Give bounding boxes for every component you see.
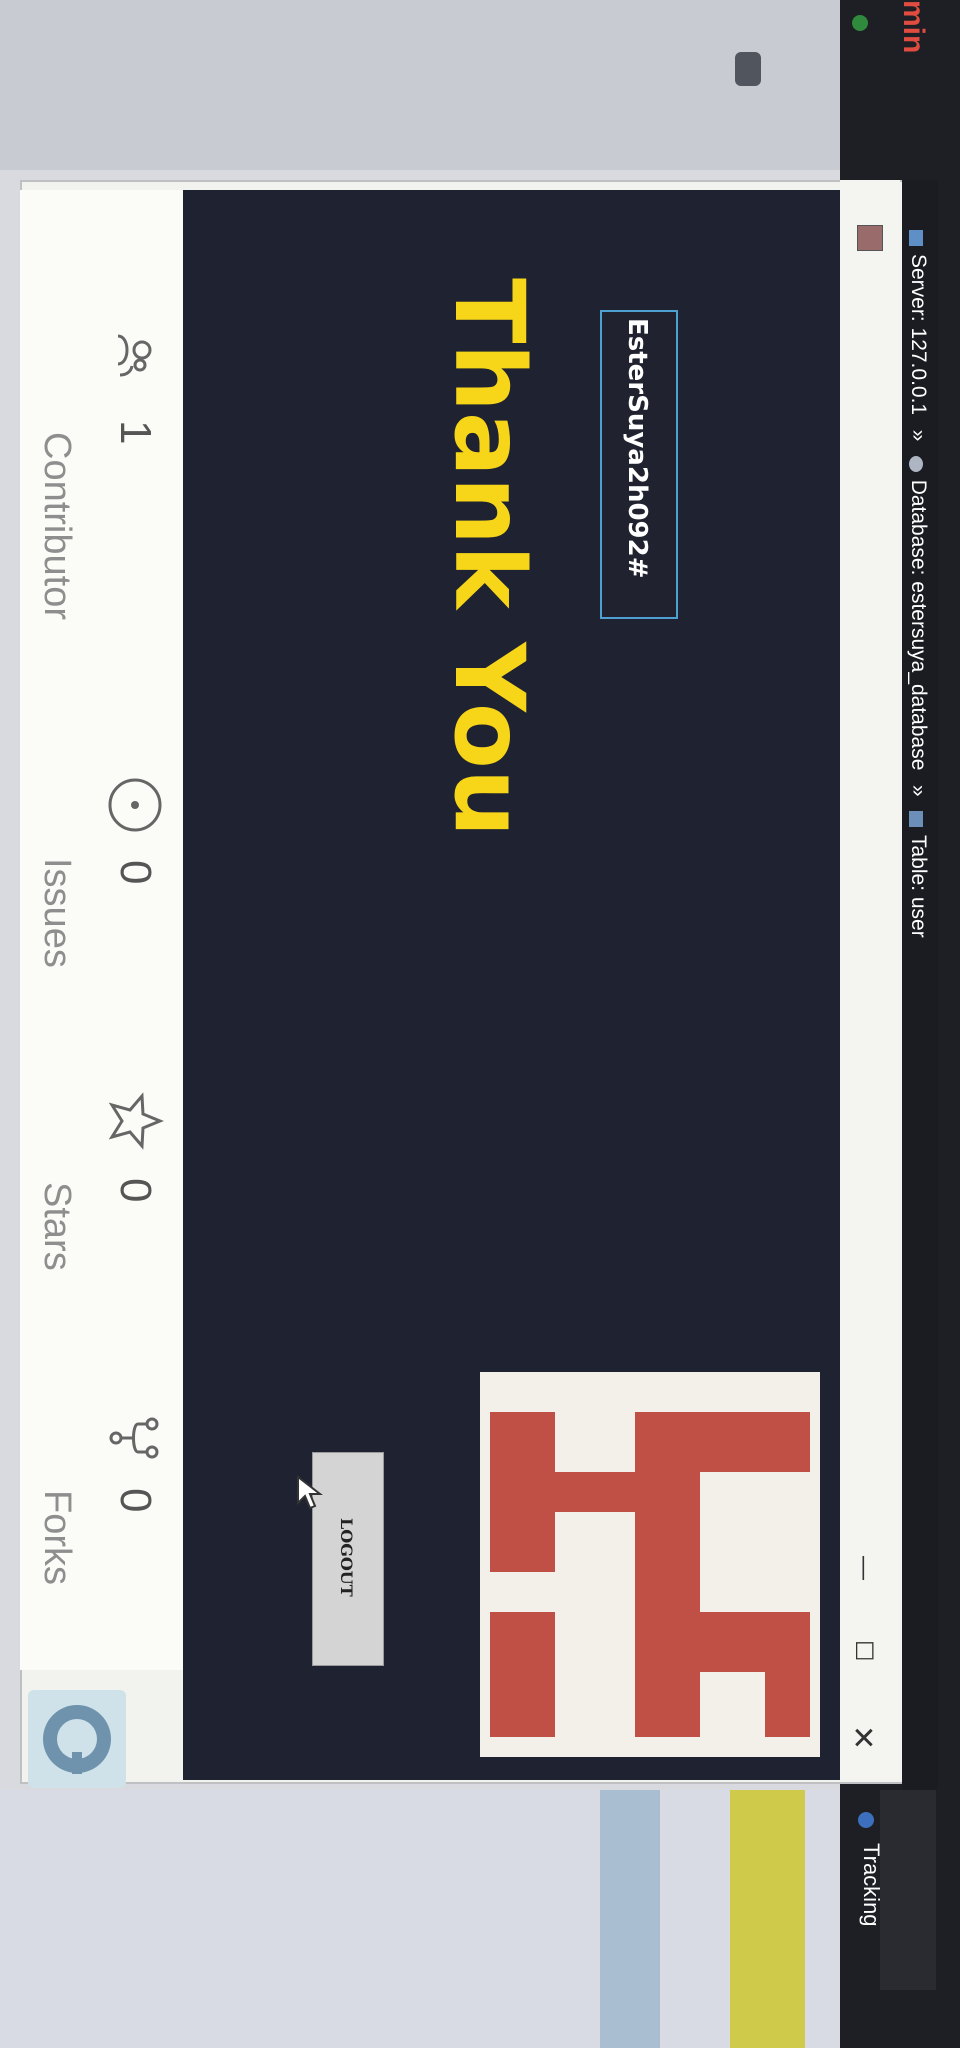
star-icon <box>108 1092 164 1150</box>
server-icon <box>909 230 924 246</box>
avatar <box>480 1372 820 1757</box>
issue-icon <box>108 778 162 832</box>
window-app-icon <box>857 225 883 251</box>
tracking-icon <box>858 1812 874 1828</box>
username-text: EsterSuya2h092# <box>622 318 652 579</box>
corner-app-text: min <box>897 0 930 54</box>
minimize-button[interactable]: — <box>850 1556 878 1580</box>
close-button[interactable]: ✕ <box>845 1725 880 1750</box>
table-icon <box>909 811 924 827</box>
issues-label: Issues <box>36 858 78 968</box>
breadcrumb-database[interactable]: Database: estersuya_database <box>907 480 930 771</box>
forks-count: 0 <box>111 1488 160 1513</box>
background-yellow-strip <box>730 1790 805 2048</box>
github-link[interactable] <box>28 1690 126 1788</box>
page-title: Thank You <box>433 278 545 838</box>
background-desktop-top <box>0 0 960 170</box>
maximize-button[interactable]: ☐ <box>849 1640 878 1662</box>
breadcrumb-separator-2: » <box>907 784 930 797</box>
forks-label: Forks <box>36 1490 78 1585</box>
contributor-icon <box>117 334 152 377</box>
database-icon <box>909 455 924 472</box>
window-titlebar <box>840 180 900 1780</box>
tracking-tab[interactable] <box>880 1790 936 1990</box>
breadcrumb-separator: » <box>907 429 930 442</box>
stars-label: Stars <box>36 1182 78 1271</box>
issues-count: 0 <box>111 860 160 885</box>
stars-count: 0 <box>111 1178 160 1203</box>
contributor-count: 1 <box>111 420 160 445</box>
tracking-label: Tracking <box>859 1843 884 1927</box>
background-desktop-bottom <box>0 1790 960 2048</box>
cursor-icon <box>297 1475 323 1510</box>
breadcrumb-server[interactable]: Server: 127.0.0.1 <box>907 254 930 415</box>
toggle-icon[interactable] <box>735 52 761 86</box>
status-dot-icon <box>852 15 868 31</box>
fork-icon <box>109 1417 159 1459</box>
github-icon <box>43 1705 111 1774</box>
contributor-label: Contributor <box>36 432 78 620</box>
logout-label: LOGOUT <box>337 1518 356 1597</box>
breadcrumb-trail: Server: 127.0.0.1 » Database: estersuya_… <box>906 230 930 938</box>
background-blue-strip <box>600 1790 660 2048</box>
breadcrumb-table[interactable]: Table: user <box>907 835 930 938</box>
